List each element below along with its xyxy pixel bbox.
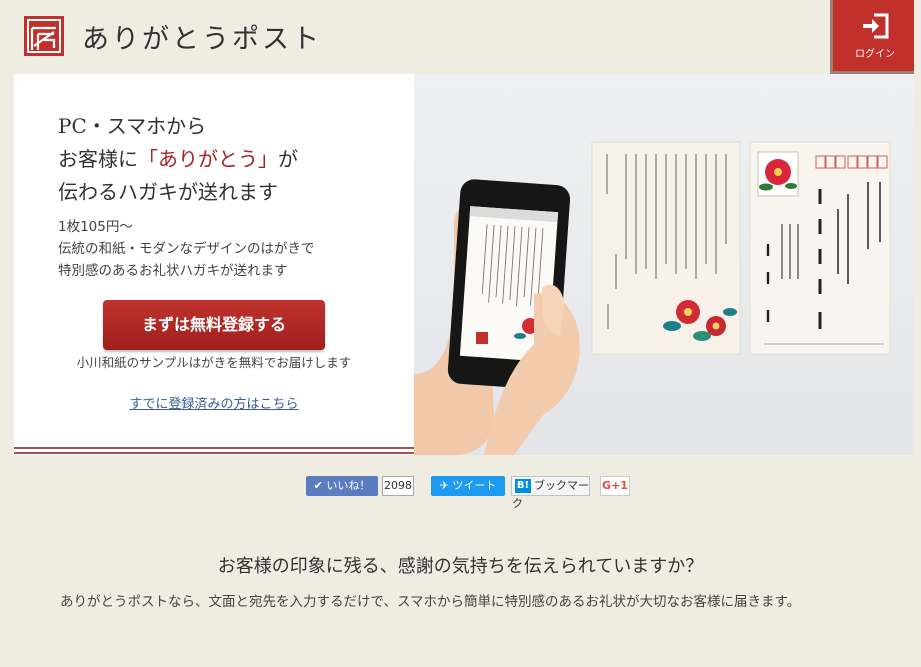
facebook-like-button[interactable]: ✔ いいね！ <box>306 476 378 496</box>
hatena-icon: B! <box>515 479 531 493</box>
like-count-badge: 2098 <box>382 476 414 496</box>
hatena-bookmark-button[interactable]: B! ブックマーク <box>511 476 590 510</box>
price-text: 1枚105円～ <box>58 219 133 235</box>
headline-line-1: PC・スマホから <box>58 114 207 138</box>
description-line-1: 伝統の和紙・モダンなデザインのはがきで <box>58 241 315 257</box>
message-postcard <box>591 141 741 355</box>
intro-heading: お客様の印象に残る、感謝の気持ちを伝えられていますか？ <box>217 556 704 577</box>
existing-user-link[interactable]: すでに登録済みの方はこちら <box>14 393 414 412</box>
free-signup-button[interactable]: まずは無料登録する <box>103 300 325 350</box>
hero-section: PC・スマホから お客様に「ありがとう」が 伝わるハガキが送れます 1枚105円… <box>14 74 914 455</box>
headline-line-2: お客様に「ありがとう」が <box>58 143 298 176</box>
headline-line-2-pre: お客様に <box>58 147 138 171</box>
google-plus-button[interactable]: G+1 <box>600 476 630 496</box>
hero-illustration <box>414 141 891 455</box>
tweet-label: ツイート <box>452 479 497 492</box>
thumbs-up-icon: ✔ <box>313 479 323 492</box>
twitter-bird-icon: ✈ <box>439 479 449 492</box>
hero-image <box>414 74 914 455</box>
intro-text: ありがとうポストなら、文面と宛先を入力するだけで、スマホから簡単に特別感のあるお… <box>60 594 801 610</box>
logo-icon[interactable] <box>24 16 64 56</box>
sample-note: 小川和紙のサンプルはがきを無料でお届けします <box>76 355 352 370</box>
hero-description: 1枚105円～ 伝統の和紙・モダンなデザインのはがきで 特別感のあるお礼状ハガキ… <box>58 216 315 282</box>
address-postcard <box>749 141 891 355</box>
stamp <box>757 151 799 197</box>
login-label: ログイン <box>855 49 895 60</box>
description-line-2: 特別感のあるお礼状ハガキが送れます <box>58 263 288 279</box>
login-button[interactable]: ログイン <box>830 0 914 74</box>
brand-name[interactable]: ありがとうポスト <box>82 17 322 56</box>
like-label: いいね！ <box>326 479 371 492</box>
hero-text-panel: PC・スマホから お客様に「ありがとう」が 伝わるハガキが送れます 1枚105円… <box>14 74 414 455</box>
site-header: ありがとうポスト ログイン <box>0 0 921 74</box>
headline-line-3: 伝わるハガキが送れます <box>58 180 278 204</box>
headline-highlight: 「ありがとう」 <box>138 147 278 171</box>
login-icon <box>863 13 889 39</box>
hand-holding-phone <box>414 179 580 455</box>
tweet-button[interactable]: ✈ ツイート <box>431 476 505 496</box>
headline-line-2-post: が <box>278 147 298 171</box>
decorative-stripes <box>14 447 414 455</box>
hero-headline: PC・スマホから お客様に「ありがとう」が 伝わるハガキが送れます <box>58 110 298 209</box>
